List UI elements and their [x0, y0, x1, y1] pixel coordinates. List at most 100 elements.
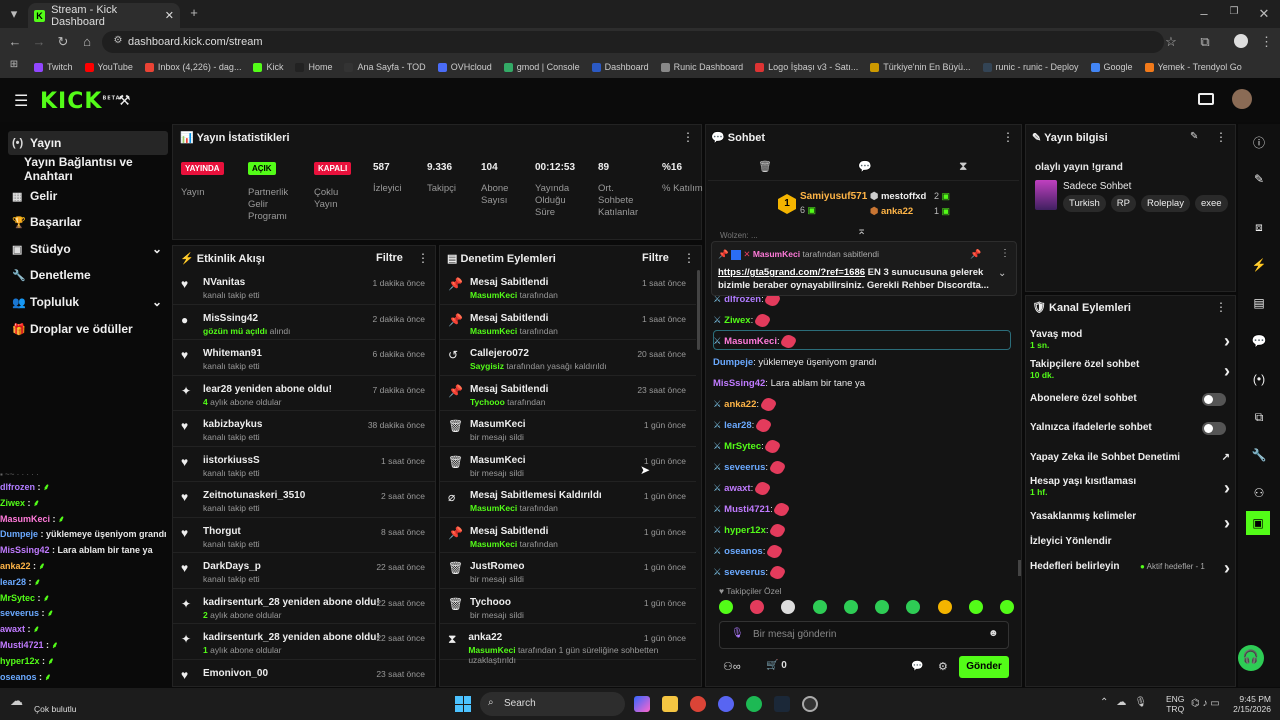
back-icon[interactable]: ←	[8, 34, 22, 49]
leader-3[interactable]: ⬢ anka22	[870, 206, 913, 217]
browser-menu-icon[interactable]: ⋮	[1260, 34, 1273, 50]
copilot-icon[interactable]	[634, 696, 650, 712]
tab-list-icon[interactable]: ▾	[6, 6, 22, 22]
channel-action-item[interactable]: Abonelere özel sohbet	[1030, 393, 1230, 406]
emote-icon[interactable]	[937, 600, 952, 614]
list-item[interactable]: 🗑 Tychooo bir mesajı sildi 1 gün önce	[440, 589, 696, 624]
list-item[interactable]: 📌 Mesaj Sabitlendi MasumKeci tarafından 1 s…	[440, 269, 696, 305]
chat-users-icon[interactable]: 💬	[911, 661, 923, 672]
channel-action-item[interactable]: İzleyici Yönlendir	[1030, 536, 1230, 547]
home-icon[interactable]: ⌂	[80, 34, 94, 49]
steam-icon[interactable]	[774, 696, 790, 712]
bookmark-item[interactable]: Inbox (4,226) - dag...	[144, 62, 241, 72]
list-item[interactable]: ♥ Whiteman91 kanalı takip etti 6 dakika önc…	[173, 340, 435, 376]
broadcast-icon[interactable]: (•)	[1238, 368, 1280, 390]
list-item[interactable]: 🗑 JustRomeo bir mesajı sildi 1 gün önce	[440, 553, 696, 589]
chat-username[interactable]: Ziwex	[724, 315, 750, 326]
channel-action-item[interactable]: Takipçilere özel sohbet 10 dk. ›	[1030, 359, 1230, 382]
chat-message[interactable]: ⚔ hyper12x:	[713, 520, 1013, 541]
microphone-icon[interactable]: 🎙	[731, 628, 744, 639]
chat-username[interactable]: MrSytec	[724, 441, 761, 452]
chat-username[interactable]: MisSsing42	[713, 378, 765, 389]
emote-icon[interactable]	[750, 600, 765, 614]
list-item[interactable]: ♥ DarkDays_p kanalı takip etti 22 saat önce	[173, 553, 435, 589]
sidebar-item-4[interactable]: ▣ Stüdyo ⌄	[8, 237, 168, 261]
chat-username[interactable]: Dumpeje	[713, 357, 753, 368]
chevron-right-icon[interactable]: ›	[1224, 513, 1230, 534]
close-tab-icon[interactable]: ✕	[165, 9, 174, 22]
send-button[interactable]: Gönder	[959, 656, 1009, 678]
tag-chip[interactable]: exee	[1194, 195, 1228, 212]
list-item[interactable]: ⌀ Mesaj Sabitlemesi Kaldırıldı MasumKeci t…	[440, 482, 696, 518]
bookmark-item[interactable]: Dashboard	[591, 62, 649, 72]
chat-bubble-icon[interactable]: 💬	[858, 160, 872, 173]
bookmark-item[interactable]: Kick	[253, 62, 283, 72]
lightning-icon[interactable]: ⚡	[1238, 254, 1280, 276]
bookmark-item[interactable]: Ana Sayfa - TOD	[344, 62, 426, 72]
moderation-filter-button[interactable]: Filtre	[642, 252, 669, 264]
moderation-more-icon[interactable]: ⋮	[683, 251, 695, 265]
extensions-icon[interactable]: ⧉	[1198, 34, 1212, 50]
category-name[interactable]: Sadece Sohbet	[1063, 181, 1131, 192]
list-item[interactable]: ● MisSsing42 gözün mü açıldı alındı 2 dakik…	[173, 305, 435, 340]
channel-more-icon[interactable]: ⋮	[1215, 300, 1227, 314]
emote-icon[interactable]	[781, 600, 796, 614]
predictions-icon[interactable]: ⚇∞	[723, 660, 741, 673]
obs-icon[interactable]	[802, 696, 818, 712]
chat-message[interactable]: ⚔ oseanos:	[713, 541, 1013, 562]
chevron-right-icon[interactable]: ›	[1224, 361, 1230, 382]
leader-1-name[interactable]: Samiyusuf571	[800, 191, 867, 202]
pinned-more-icon[interactable]: ⋮	[1000, 248, 1010, 259]
bookmark-item[interactable]: Yemek - Trendyol Go	[1144, 62, 1242, 72]
emote-icon[interactable]	[719, 600, 733, 614]
leader-2[interactable]: ⬢ mestoffxd	[870, 191, 926, 202]
new-tab-icon[interactable]: +	[186, 5, 202, 20]
list-item[interactable]: ♥ NVanitas kanalı takip etti 1 dakika önce	[173, 269, 435, 305]
trash-icon[interactable]: 🗑	[758, 160, 772, 173]
profile-icon[interactable]	[1234, 34, 1248, 48]
chat-username[interactable]: awaxt	[724, 483, 750, 494]
activity-filter-button[interactable]: Filtre	[376, 252, 403, 264]
apps-grid-icon[interactable]: ⊞	[8, 59, 20, 70]
chat-username[interactable]: Musti4721	[724, 504, 770, 515]
active-goals[interactable]: ● Aktif hedefler - 1	[1140, 562, 1205, 571]
forward-icon[interactable]: →	[32, 34, 46, 49]
expand-pinned-icon[interactable]: ⌄	[998, 268, 1006, 279]
list-item[interactable]: ↺ Callejero072 Saygisiz tarafından yasağı …	[440, 340, 696, 376]
layers-icon[interactable]: ⧉	[1238, 406, 1280, 428]
channel-action-item[interactable]: Hesap yaşı kısıtlaması 1 hf. ›	[1030, 476, 1230, 498]
list-item[interactable]: ✦ kadirsenturk_28 yeniden abone oldu! 2 ay…	[173, 589, 435, 624]
chat-message[interactable]: ⚔ awaxt:	[713, 478, 1013, 499]
close-window-icon[interactable]: ✕	[1256, 6, 1272, 22]
sidebar-item-5[interactable]: 🔧 Denetleme	[8, 263, 168, 287]
tag-chip[interactable]: Roleplay	[1141, 195, 1190, 212]
channel-action-item[interactable]: Yapay Zeka ile Sohbet Denetimi ↗	[1030, 452, 1230, 463]
emote-icon[interactable]	[875, 600, 890, 614]
list-item[interactable]: 📌 Mesaj Sabitlendi MasumKeci tarafından 1 s…	[440, 305, 696, 340]
bookmark-item[interactable]: Türkiye'nin En Büyü...	[870, 62, 971, 72]
network-volume-icons[interactable]: ⌬ ♪ ▭	[1191, 698, 1220, 709]
list-item[interactable]: 🗑 MasumKeci bir mesajı sildi 1 gün önce	[440, 447, 696, 482]
chat-icon[interactable]: 💬	[1238, 330, 1280, 352]
emote-icon[interactable]	[843, 600, 858, 614]
bookmark-item[interactable]: gmod | Console	[503, 62, 580, 72]
bookmark-item[interactable]: Twitch	[34, 62, 73, 72]
list-item[interactable]: ♥ iistorkiussS kanalı takip etti 1 saat önc…	[173, 447, 435, 482]
emote-icon[interactable]	[812, 600, 827, 614]
chat-username[interactable]: anka22	[724, 399, 756, 410]
chat-settings-icon[interactable]: ⚙	[938, 660, 948, 673]
emoji-icon[interactable]: ☻	[988, 628, 999, 639]
minimize-icon[interactable]: –	[1196, 6, 1212, 21]
list-item[interactable]: 🗑 MasumKeci bir mesajı sildi 1 gün önce	[440, 411, 696, 447]
site-info-icon[interactable]: ⚙	[112, 35, 124, 46]
external-link-icon[interactable]: ↗	[1222, 452, 1230, 463]
game-icon[interactable]: ▣	[1246, 511, 1270, 535]
chat-message[interactable]: ⚔ seveerus:	[713, 562, 1013, 583]
list-item[interactable]: 📌 Mesaj Sabitlendi MasumKeci tarafından 1 g…	[440, 518, 696, 553]
start-icon[interactable]	[455, 696, 471, 712]
user-avatar[interactable]	[1232, 89, 1252, 109]
clock[interactable]: 9:45 PM 2/15/2026	[1225, 694, 1271, 714]
bookmark-item[interactable]: YouTube	[84, 62, 133, 72]
channel-action-item[interactable]: Yasaklanmış kelimeler ›	[1030, 511, 1230, 533]
channel-action-item[interactable]: Yavaş mod 1 sn. ›	[1030, 329, 1230, 351]
